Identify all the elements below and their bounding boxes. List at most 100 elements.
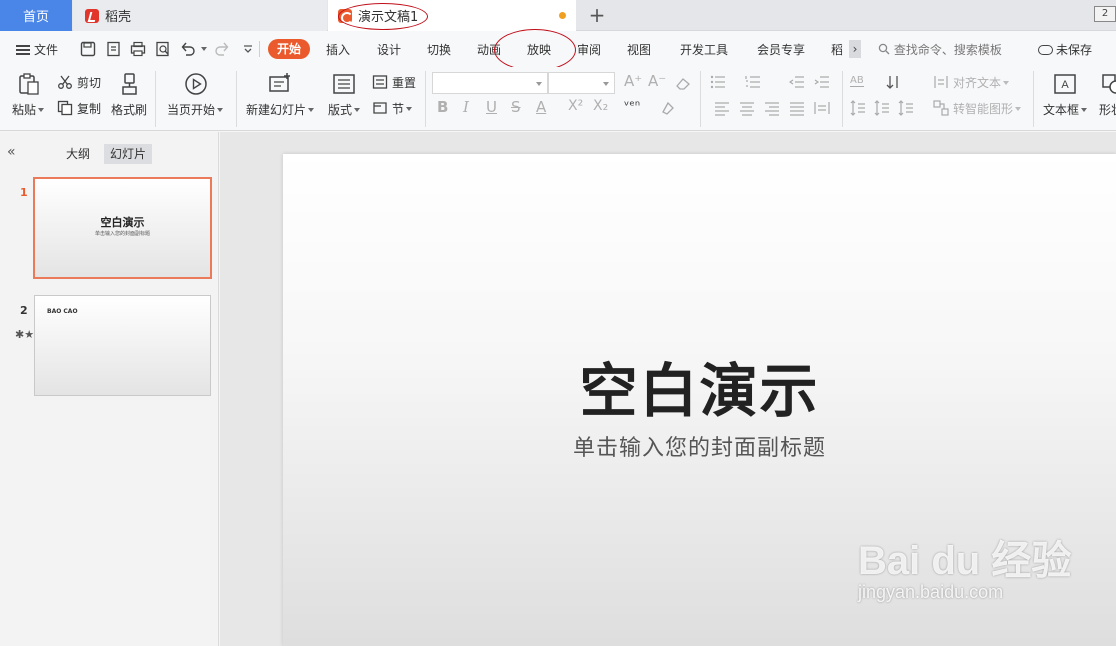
watermark-logo: Bai du 经验: [858, 539, 1072, 583]
menu-tab-member[interactable]: 会员专享: [757, 40, 805, 60]
reset-button[interactable]: 重置: [392, 74, 416, 91]
play-icon[interactable]: [184, 72, 208, 96]
tab-outline[interactable]: 大纲: [60, 144, 96, 164]
customize-toolbar-icon[interactable]: [240, 41, 256, 57]
menu-tab-animation[interactable]: 动画: [477, 40, 501, 60]
increase-font-icon[interactable]: A⁺: [624, 72, 642, 90]
command-search[interactable]: 查找命令、搜索模板: [878, 40, 1002, 60]
print-preview-icon[interactable]: [155, 41, 171, 57]
format-painter-button[interactable]: 格式刷: [111, 101, 147, 118]
slide-title-placeholder[interactable]: 空白演示: [283, 344, 1116, 428]
font-size-select[interactable]: [548, 72, 615, 94]
line-spacing-icon[interactable]: [874, 100, 890, 116]
align-right-icon[interactable]: [764, 100, 780, 116]
title-tab-bar: 首页 稻壳 演示文稿1 + 2: [0, 0, 1116, 31]
paste-button[interactable]: 粘贴: [12, 101, 45, 118]
highlight-icon[interactable]: [660, 100, 676, 116]
thumb-1-title: 空白演示: [100, 216, 145, 229]
superscript-icon[interactable]: X²: [568, 98, 583, 114]
distribute-icon[interactable]: [814, 100, 830, 116]
eraser-icon[interactable]: [675, 75, 691, 91]
font-family-select[interactable]: [432, 72, 548, 94]
italic-icon[interactable]: I: [463, 98, 469, 116]
bullet-list-icon[interactable]: [710, 74, 726, 90]
menu-tab-insert[interactable]: 插入: [326, 40, 350, 60]
layout-icon[interactable]: [332, 72, 356, 96]
new-slide-icon[interactable]: [268, 72, 292, 96]
text-box-icon[interactable]: A: [1053, 72, 1077, 96]
strikethrough-icon[interactable]: S: [511, 98, 521, 116]
new-slide-button[interactable]: 新建幻灯片: [246, 101, 315, 118]
cloud-icon: [1038, 45, 1053, 55]
copy-icon[interactable]: [57, 100, 73, 116]
smart-shape-button[interactable]: 转智能图形: [953, 100, 1022, 117]
menu-tab-design[interactable]: 设计: [377, 40, 401, 60]
undo-dropdown-icon[interactable]: [199, 39, 207, 59]
shape-icon[interactable]: [1101, 72, 1116, 96]
menu-tab-review[interactable]: 审阅: [577, 40, 601, 60]
play-current-button[interactable]: 当页开始: [167, 101, 224, 118]
tab-home[interactable]: 首页: [0, 0, 72, 31]
format-painter-icon[interactable]: [118, 72, 142, 96]
slide-thumbnail-2[interactable]: BAO CAO: [34, 295, 211, 396]
decrease-font-icon[interactable]: A⁻: [648, 72, 666, 90]
cut-button[interactable]: 剪切: [77, 74, 101, 91]
scissors-icon[interactable]: [57, 74, 73, 90]
copy-button[interactable]: 复制: [77, 100, 101, 117]
align-text-icon[interactable]: [933, 74, 949, 90]
play-current-label: 当页开始: [167, 103, 216, 117]
numbered-list-icon[interactable]: [745, 74, 761, 90]
unsaved-indicator-icon: [559, 12, 566, 19]
redo-icon[interactable]: [214, 41, 230, 57]
save-icon[interactable]: [80, 41, 96, 57]
print-icon[interactable]: [130, 41, 146, 57]
menu-scroll-right-icon[interactable]: ›: [849, 40, 861, 58]
increase-indent-icon[interactable]: [814, 74, 830, 90]
slide-thumbnail-1[interactable]: 空白演示 单击输入您的封面副标题: [33, 177, 212, 279]
smart-shape-icon[interactable]: [933, 100, 949, 116]
phonetic-icon[interactable]: ᵛᵉⁿ: [624, 99, 640, 114]
reset-icon[interactable]: [372, 74, 388, 90]
section-button[interactable]: 节: [392, 100, 413, 117]
layout-button[interactable]: 版式: [328, 101, 361, 118]
menu-tab-slideshow[interactable]: 放映: [527, 40, 551, 60]
bold-icon[interactable]: B: [437, 98, 448, 116]
file-menu-button[interactable]: 文件: [16, 40, 58, 60]
underline-icon[interactable]: U: [486, 98, 497, 116]
menu-tab-transition[interactable]: 切换: [427, 40, 451, 60]
subscript-icon[interactable]: X₂: [593, 98, 608, 114]
cloud-save-status[interactable]: 未保存: [1038, 40, 1092, 60]
text-box-button[interactable]: 文本框: [1043, 101, 1088, 118]
svg-text:A: A: [1061, 79, 1069, 91]
column-spacing-icon[interactable]: [898, 100, 914, 116]
command-search-placeholder: 查找命令、搜索模板: [893, 43, 1002, 57]
tab-slides[interactable]: 幻灯片: [104, 144, 153, 164]
menu-tab-home[interactable]: 开始: [268, 39, 310, 59]
collapse-panel-icon[interactable]: «: [7, 144, 16, 160]
font-color-icon[interactable]: A: [536, 98, 546, 116]
new-tab-button[interactable]: +: [586, 3, 608, 27]
align-text-button[interactable]: 对齐文本: [953, 74, 1010, 91]
search-icon: [878, 43, 890, 55]
tab-document[interactable]: 演示文稿1: [328, 0, 576, 31]
export-pdf-icon[interactable]: [106, 41, 122, 57]
shape-button[interactable]: 形状: [1099, 101, 1116, 118]
section-icon[interactable]: [372, 100, 388, 116]
undo-icon[interactable]: [180, 41, 196, 57]
align-left-icon[interactable]: [714, 100, 730, 116]
tab-daoke[interactable]: 稻壳: [73, 0, 327, 31]
menu-tab-daoke[interactable]: 稻: [831, 40, 843, 60]
paragraph-spacing-icon[interactable]: [850, 100, 866, 116]
paste-icon[interactable]: [17, 72, 41, 96]
menu-tab-developer[interactable]: 开发工具: [680, 40, 728, 60]
menu-tab-view[interactable]: 视图: [627, 40, 651, 60]
new-slide-label: 新建幻灯片: [246, 103, 307, 117]
window-count-badge[interactable]: 2: [1094, 6, 1116, 22]
justify-icon[interactable]: [789, 100, 805, 116]
slide-subtitle-placeholder[interactable]: 单击输入您的封面副标题: [283, 430, 1116, 462]
decrease-indent-icon[interactable]: [789, 74, 805, 90]
line-sort-icon[interactable]: [886, 74, 902, 90]
text-direction-icon[interactable]: AB: [850, 75, 864, 87]
align-center-icon[interactable]: [739, 100, 755, 116]
smart-shape-label: 转智能图形: [953, 102, 1014, 116]
